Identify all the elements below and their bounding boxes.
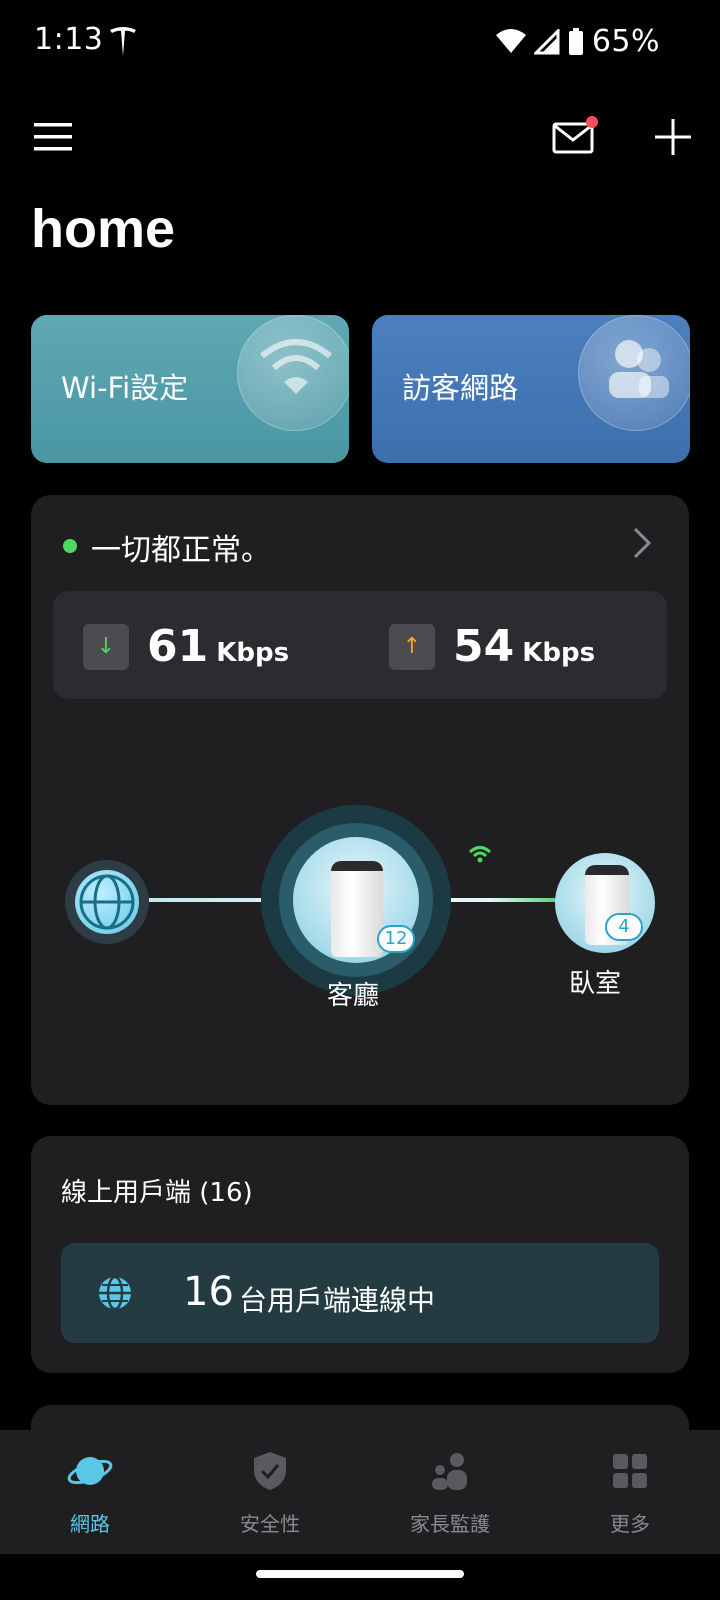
- status-bar: 1:13 65%: [0, 0, 720, 86]
- upload-value: 54: [453, 621, 515, 672]
- status-time: 1:13: [34, 22, 104, 57]
- nav-network-label: 網路: [70, 1512, 110, 1536]
- add-icon[interactable]: [653, 117, 693, 157]
- router-device-icon: [331, 861, 383, 957]
- wifi-settings-label: Wi-Fi設定: [61, 371, 189, 405]
- satellite-client-badge: 4: [605, 913, 643, 941]
- main-node-label: 客廳: [327, 981, 380, 1011]
- bottom-navigation: 網路 安全性 家長監護 更多: [0, 1430, 720, 1554]
- globe-icon: [99, 1275, 131, 1311]
- page-title: home: [31, 199, 176, 259]
- network-topology: 12 4 客廳 臥室: [31, 705, 689, 1095]
- clients-summary[interactable]: 16 台用戶端連線中: [61, 1243, 659, 1343]
- guest-network-card[interactable]: 訪客網路: [372, 315, 690, 463]
- network-status-card[interactable]: 一切都正常。 ↓ 61 Kbps ↑ 54 Kbps 12 4 客廳 臥室: [31, 495, 689, 1105]
- wifi-bubble: [237, 315, 349, 431]
- planet-icon: [67, 1457, 113, 1485]
- download-arrow-icon: ↓: [83, 623, 129, 670]
- network-status-text: 一切都正常。: [91, 533, 271, 568]
- cell-signal-icon: [533, 28, 560, 54]
- nav-more[interactable]: 更多: [560, 1448, 700, 1537]
- online-clients-card: 線上用戶端 (16) 16 台用戶端連線中: [31, 1136, 689, 1373]
- download-unit: Kbps: [216, 637, 290, 668]
- upload-arrow-icon: ↑: [389, 623, 435, 670]
- battery-icon: [568, 27, 583, 55]
- upload-speed: ↑ 54 Kbps: [389, 621, 595, 672]
- shield-icon: [254, 1452, 286, 1490]
- download-speed: ↓ 61 Kbps: [83, 621, 289, 672]
- nav-parental-label: 家長監護: [410, 1512, 490, 1536]
- status-ok-dot: [63, 539, 77, 553]
- nav-network[interactable]: 網路: [20, 1448, 160, 1537]
- battery-percent: 65%: [591, 24, 660, 59]
- family-icon: [432, 1453, 467, 1490]
- speed-panel: ↓ 61 Kbps ↑ 54 Kbps: [53, 591, 667, 699]
- download-value: 61: [147, 621, 209, 672]
- main-node-client-badge: 12: [377, 925, 415, 953]
- status-indicators: 65%: [495, 24, 660, 59]
- chevron-right-icon[interactable]: [631, 525, 655, 561]
- clients-count: 16: [183, 1269, 234, 1315]
- upload-unit: Kbps: [522, 637, 596, 668]
- guest-bubble: [578, 315, 690, 431]
- online-clients-title: 線上用戶端 (16): [61, 1178, 253, 1208]
- nav-parental-controls[interactable]: 家長監護: [380, 1448, 520, 1537]
- menu-icon[interactable]: [34, 120, 74, 154]
- internet-node[interactable]: [65, 860, 149, 944]
- tesla-icon: [110, 27, 136, 56]
- globe-icon: [75, 870, 139, 934]
- nav-security[interactable]: 安全性: [200, 1448, 340, 1537]
- wifi-settings-card[interactable]: Wi-Fi設定: [31, 315, 349, 463]
- nav-more-label: 更多: [610, 1512, 650, 1536]
- satellite-node[interactable]: [555, 853, 655, 953]
- guest-users-icon: [609, 340, 669, 398]
- wireless-link-icon: [469, 846, 491, 863]
- wifi-icon: [260, 339, 332, 394]
- nav-security-label: 安全性: [240, 1512, 300, 1536]
- mail-icon[interactable]: [552, 116, 598, 156]
- wifi-signal-icon: [495, 28, 526, 53]
- satellite-node-label: 臥室: [569, 969, 622, 999]
- grid-icon: [613, 1454, 647, 1488]
- gesture-bar[interactable]: [256, 1570, 464, 1578]
- clients-connected-text: 台用戶端連線中: [239, 1284, 436, 1317]
- guest-network-label: 訪客網路: [402, 371, 519, 405]
